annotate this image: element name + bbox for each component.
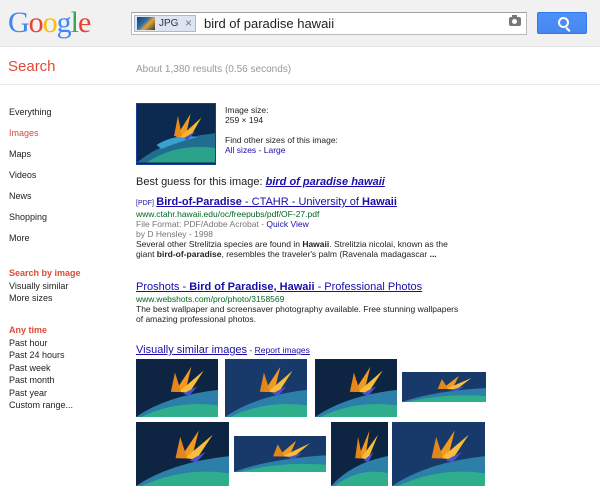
result-title-part: Hawaii bbox=[362, 196, 397, 208]
image-size-label: Image size: bbox=[225, 105, 269, 115]
result-url: www.webshots.com/pro/photo/3158569 bbox=[136, 294, 285, 304]
logo-letter: o bbox=[28, 6, 44, 39]
nav-item-everything[interactable]: Everything bbox=[9, 106, 52, 127]
logo-letter: G bbox=[8, 6, 30, 39]
google-logo[interactable]: Google bbox=[8, 6, 91, 40]
chip-close-icon[interactable]: × bbox=[185, 16, 192, 30]
bird-of-paradise-image bbox=[225, 359, 307, 417]
similar-image-thumbnail[interactable] bbox=[392, 422, 485, 486]
large-size-link[interactable]: Large bbox=[264, 145, 286, 155]
top-bar: Google JPG × bbox=[0, 0, 600, 47]
image-query-chip[interactable]: JPG × bbox=[134, 15, 196, 32]
result-stats: About 1,380 results (0.56 seconds) bbox=[136, 64, 292, 75]
result-title-link[interactable]: Bird-of-Paradise - CTAHR - University of… bbox=[156, 196, 397, 208]
camera-icon[interactable] bbox=[509, 15, 521, 26]
time-filter-header: Any time bbox=[9, 325, 48, 335]
search-button[interactable] bbox=[537, 12, 587, 34]
similar-image-thumbnail[interactable] bbox=[136, 359, 218, 417]
pdf-tag: [PDF] bbox=[136, 200, 154, 207]
result-title-link[interactable]: Proshots - Bird of Paradise, Hawaii - Pr… bbox=[136, 281, 466, 294]
similar-image-thumbnail[interactable] bbox=[234, 436, 326, 472]
visually-similar-header: Visually similar images - Report images bbox=[136, 344, 310, 356]
result-url: www.ctahr.hawaii.edu/oc/freepubs/pdf/OF-… bbox=[136, 209, 320, 219]
bird-of-paradise-image bbox=[331, 422, 388, 486]
chip-label: JPG bbox=[159, 18, 179, 29]
time-past-24-hours[interactable]: Past 24 hours bbox=[9, 349, 73, 362]
time-past-hour[interactable]: Past hour bbox=[9, 337, 73, 350]
left-nav: Everything Images Maps Videos News Shopp… bbox=[9, 106, 52, 253]
visually-similar-link[interactable]: Visually similar images bbox=[136, 344, 247, 356]
time-past-month[interactable]: Past month bbox=[9, 374, 73, 387]
all-sizes-link[interactable]: All sizes bbox=[225, 145, 256, 155]
logo-letter: e bbox=[78, 6, 91, 39]
bird-of-paradise-image bbox=[402, 372, 486, 402]
logo-letter: o bbox=[42, 6, 58, 39]
quick-view-link[interactable]: Quick View bbox=[266, 219, 308, 229]
similar-image-thumbnail[interactable] bbox=[136, 422, 229, 486]
nav-item-news[interactable]: News bbox=[9, 190, 52, 211]
logo-letter: g bbox=[56, 6, 72, 39]
result-title-part: Proshots - bbox=[136, 281, 190, 293]
nav-item-more[interactable]: More bbox=[9, 232, 52, 253]
similar-image-thumbnail[interactable] bbox=[315, 359, 397, 417]
best-guess-label: Best guess for this image: bbox=[136, 176, 266, 188]
search-result: Proshots - Bird of Paradise, Hawaii - Pr… bbox=[136, 281, 466, 324]
report-images-link[interactable]: Report images bbox=[255, 345, 310, 355]
best-guess: Best guess for this image: bird of parad… bbox=[136, 176, 385, 188]
logo-letter: l bbox=[70, 6, 79, 39]
query-image[interactable] bbox=[136, 103, 216, 165]
bird-of-paradise-image bbox=[136, 359, 218, 417]
image-size-value: 259 × 194 bbox=[225, 115, 264, 125]
separator: - bbox=[247, 345, 255, 355]
result-title-part: - Professional Photos bbox=[314, 281, 423, 293]
bird-of-paradise-image bbox=[137, 104, 215, 163]
result-title-part: Bird of Paradise, Hawaii bbox=[189, 281, 315, 293]
page-title: Search bbox=[8, 58, 56, 75]
chip-thumbnail bbox=[137, 17, 155, 30]
nav-visually-similar[interactable]: Visually similar bbox=[9, 280, 81, 293]
best-guess-link[interactable]: bird of paradise hawaii bbox=[266, 176, 385, 188]
bird-of-paradise-image bbox=[234, 436, 326, 472]
time-custom-range[interactable]: Custom range... bbox=[9, 399, 73, 412]
nav-item-shopping[interactable]: Shopping bbox=[9, 211, 52, 232]
result-snippet: The best wallpaper and screensaver photo… bbox=[136, 304, 459, 324]
result-title-part: Bird-of-Paradise bbox=[156, 196, 242, 208]
similar-image-thumbnail[interactable] bbox=[331, 422, 388, 486]
nav-item-images[interactable]: Images bbox=[9, 127, 52, 148]
nav-item-maps[interactable]: Maps bbox=[9, 148, 52, 169]
result-snippet: Several other Strelitzia species are fou… bbox=[136, 239, 448, 259]
search-input[interactable] bbox=[204, 16, 494, 31]
time-past-year[interactable]: Past year bbox=[9, 387, 73, 400]
nav-more-sizes[interactable]: More sizes bbox=[9, 292, 81, 305]
result-file-format: File Format: PDF/Adobe Acrobat - bbox=[136, 219, 267, 229]
result-title-part: - CTAHR - University of bbox=[241, 196, 363, 208]
separator: - bbox=[256, 145, 264, 155]
similar-image-thumbnail[interactable] bbox=[225, 359, 307, 417]
search-box[interactable]: JPG × bbox=[131, 12, 527, 35]
search-icon bbox=[558, 17, 569, 28]
divider bbox=[0, 84, 600, 85]
search-result: [PDF] Bird-of-Paradise - CTAHR - Univers… bbox=[136, 196, 466, 259]
find-other-sizes-label: Find other sizes of this image: bbox=[225, 135, 338, 145]
nav-item-videos[interactable]: Videos bbox=[9, 169, 52, 190]
result-author: by D Hensley - 1998 bbox=[136, 229, 214, 239]
time-filter-section: Any time Past hour Past 24 hours Past we… bbox=[9, 324, 73, 412]
search-by-image-section: Search by image Visually similar More si… bbox=[9, 267, 81, 305]
similar-image-thumbnail[interactable] bbox=[402, 372, 486, 402]
time-past-week[interactable]: Past week bbox=[9, 362, 73, 375]
image-info: Image size: 259 × 194 Find other sizes o… bbox=[225, 105, 338, 155]
bird-of-paradise-image bbox=[136, 422, 229, 486]
bird-of-paradise-image bbox=[315, 359, 397, 417]
bird-of-paradise-image bbox=[392, 422, 485, 486]
search-by-image-header: Search by image bbox=[9, 268, 81, 278]
